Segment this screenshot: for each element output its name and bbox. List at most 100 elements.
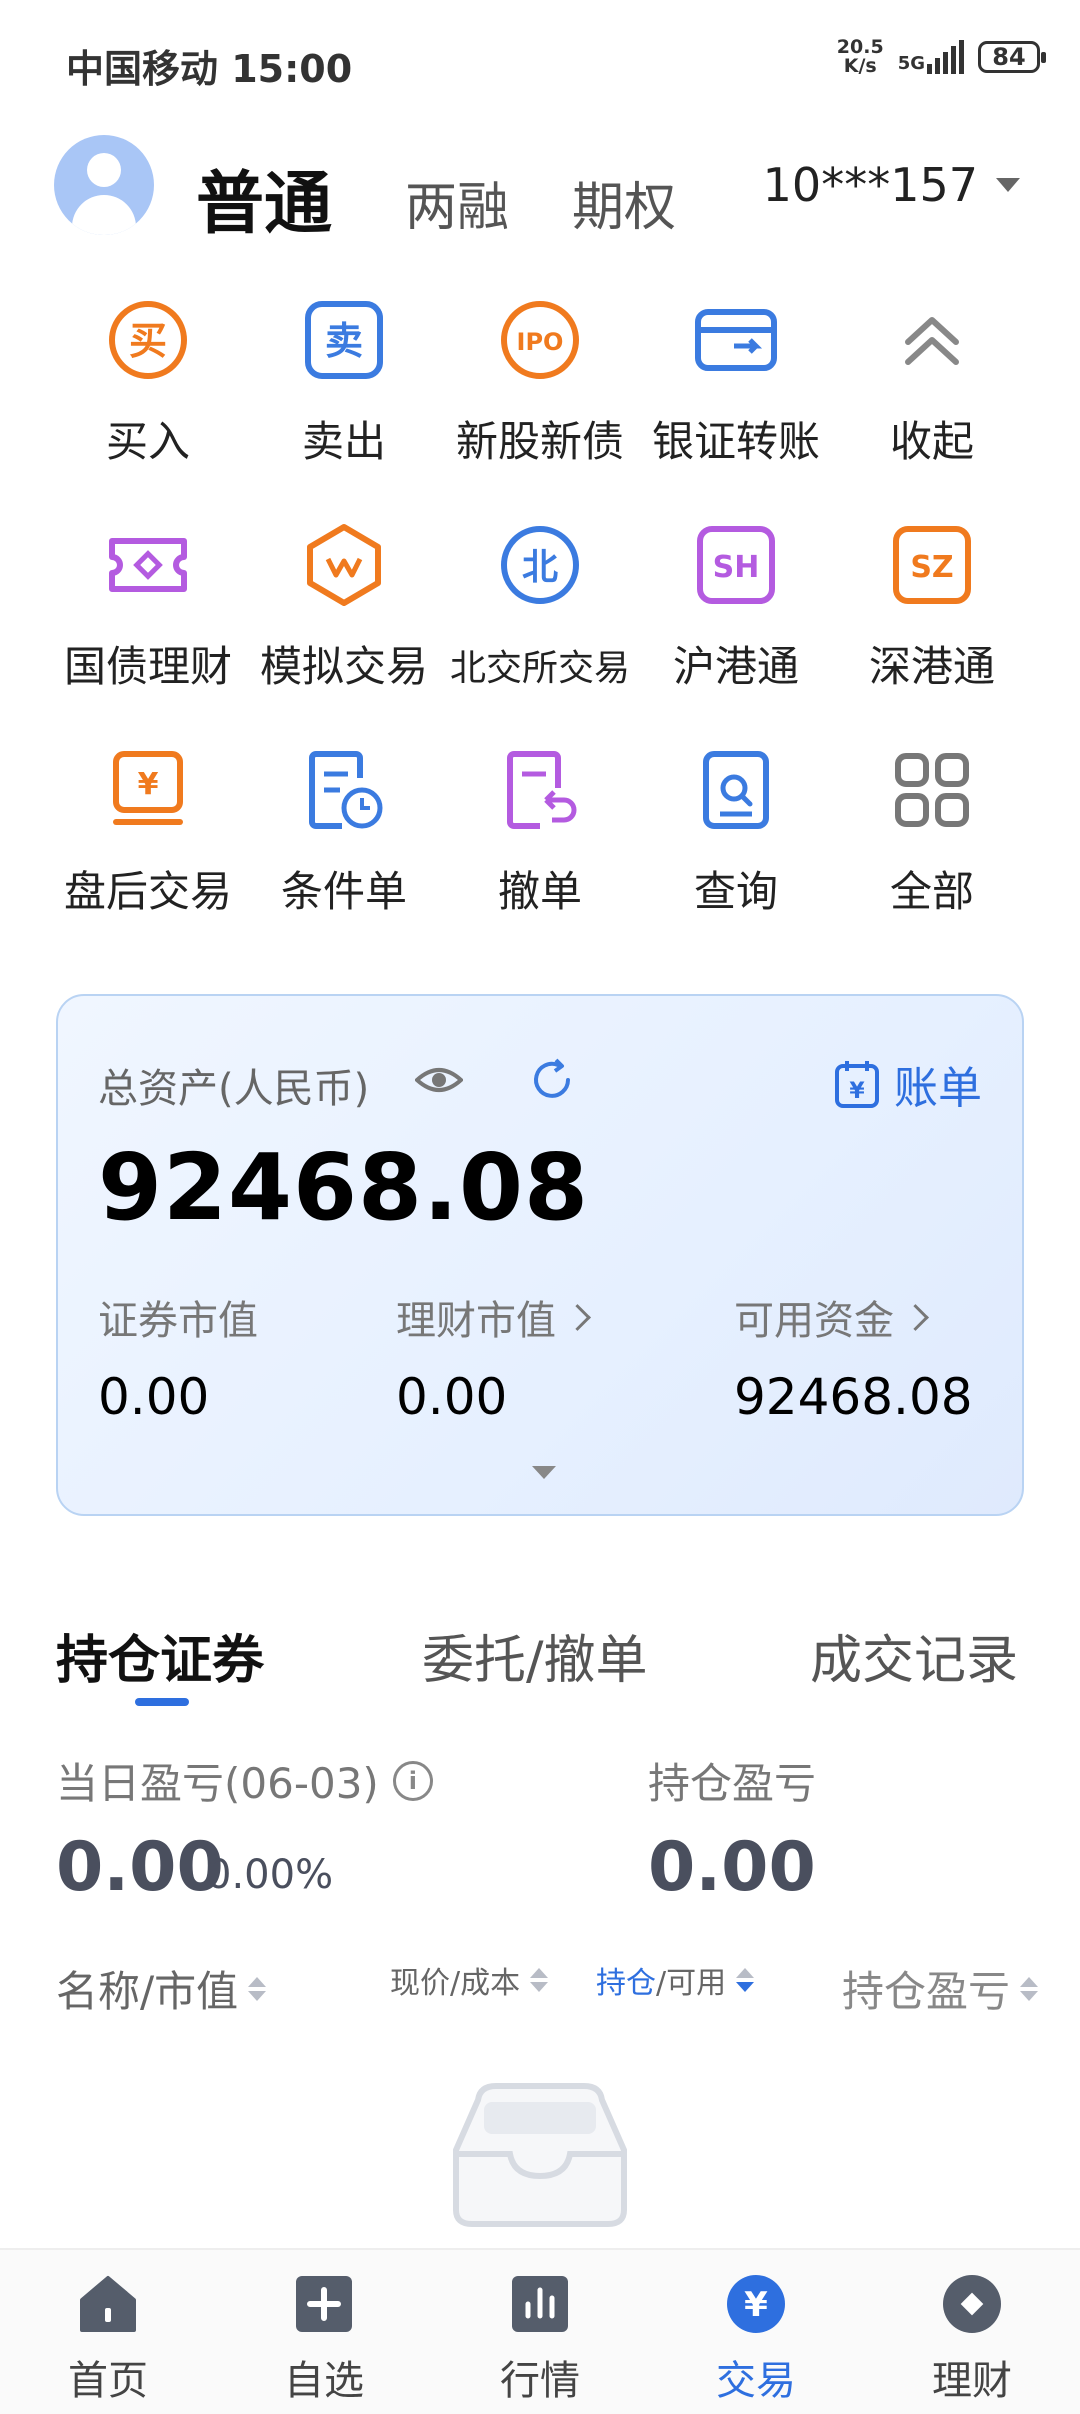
wealth-value-link[interactable]: 理财市值 xyxy=(396,1288,591,1346)
nav-market[interactable]: 行情 xyxy=(432,2250,648,2414)
nav-label: 自选 xyxy=(284,2358,364,2404)
svg-text:买: 买 xyxy=(129,319,167,363)
nav-wealth[interactable]: 理财 xyxy=(864,2250,1080,2414)
signal-icon: 5G xyxy=(898,40,964,74)
cancel-order-icon xyxy=(507,751,577,829)
available-funds-value: 92468.08 xyxy=(734,1368,973,1426)
shortcut-bond[interactable]: 国债理财 xyxy=(50,515,246,715)
buy-icon: 买 xyxy=(109,301,187,379)
market-icon xyxy=(512,2276,568,2332)
active-tab-indicator xyxy=(135,1698,189,1706)
eye-icon[interactable] xyxy=(415,1056,463,1104)
shortcut-sz-connect[interactable]: SZ 深港通 xyxy=(834,515,1030,715)
sh-connect-icon: SH xyxy=(697,526,775,604)
tab-trade-records[interactable]: 成交记录 xyxy=(810,1618,1018,1693)
carrier-time: 中国移动 15:00 xyxy=(66,47,353,91)
all-icon xyxy=(895,753,969,827)
hold-pl-label: 持仓盈亏 xyxy=(648,1750,816,1811)
home-icon xyxy=(80,2276,136,2332)
network-type: 5G xyxy=(897,53,925,74)
header-label: 名称/市值 xyxy=(56,1967,239,2016)
tab-options[interactable]: 期权 xyxy=(572,165,676,240)
tab-orders[interactable]: 委托/撤单 xyxy=(422,1618,648,1693)
nav-label: 交易 xyxy=(716,2358,796,2404)
svg-text:¥: ¥ xyxy=(849,1079,865,1104)
header-price-cost[interactable]: 现价/成本 xyxy=(390,1958,549,2002)
today-pl-text: 当日盈亏(06-03) xyxy=(56,1759,379,1808)
securities-value-label: 证券市值 xyxy=(98,1288,258,1346)
shortcut-bse[interactable]: 北 北交所交易 xyxy=(442,515,638,715)
empty-box-icon xyxy=(453,2083,627,2227)
today-pl-value: 0.00 xyxy=(56,1828,224,1907)
nav-trade[interactable]: ¥ 交易 xyxy=(648,2250,864,2414)
header-hold-pl[interactable]: 持仓盈亏 xyxy=(842,1958,1039,2019)
bank-transfer-icon xyxy=(695,309,777,371)
calendar-icon: ¥ xyxy=(835,1061,879,1108)
svg-text:¥: ¥ xyxy=(744,2285,768,2325)
shortcut-collapse[interactable]: 收起 xyxy=(834,290,1030,490)
shortcut-after-hours[interactable]: ¥ 盘后交易 xyxy=(50,740,246,940)
chevron-right-icon xyxy=(564,1303,591,1331)
bottom-nav: 首页 自选 行情 ¥ 交易 理财 xyxy=(0,2248,1080,2414)
header-name-value[interactable]: 名称/市值 xyxy=(56,1958,267,2019)
info-icon[interactable]: i xyxy=(392,1760,433,1801)
total-asset-value: 92468.08 xyxy=(98,1134,590,1241)
shortcut-sell[interactable]: 卖 卖出 xyxy=(246,290,442,490)
shortcut-sh-connect[interactable]: SH 沪港通 xyxy=(638,515,834,715)
shortcut-simulate[interactable]: 模拟交易 xyxy=(246,515,442,715)
shortcut-ipo[interactable]: IPO 新股新债 xyxy=(442,290,638,490)
simulate-icon xyxy=(307,524,381,606)
svg-text:IPO: IPO xyxy=(517,328,564,356)
battery-level: 84 xyxy=(992,43,1026,71)
net-speed-unit: K/s xyxy=(843,55,877,77)
shortcut-cancel-order[interactable]: 撤单 xyxy=(442,740,638,940)
shortcut-all[interactable]: 全部 xyxy=(834,740,1030,940)
header-label: /可用 xyxy=(656,1966,727,2001)
hold-pl-text: 持仓盈亏 xyxy=(648,1759,817,1808)
shortcut-query[interactable]: 查询 xyxy=(638,740,834,940)
available-funds-link[interactable]: 可用资金 xyxy=(734,1288,929,1346)
refresh-icon[interactable] xyxy=(528,1056,576,1104)
shortcut-label: 全部 xyxy=(889,867,974,916)
expand-arrow-icon[interactable] xyxy=(532,1466,556,1479)
header-holding-available[interactable]: 持仓/可用 xyxy=(596,1958,755,2002)
asset-card: 总资产(人民币) ¥ 账单 92468.08 证券市值 0.00 理财市值 0.… xyxy=(56,994,1024,1516)
shortcut-bank-transfer[interactable]: 银证转账 xyxy=(638,290,834,490)
sell-icon: 卖 xyxy=(305,301,383,379)
shortcut-conditional-order[interactable]: 条件单 xyxy=(246,740,442,940)
shortcut-buy[interactable]: 买 买入 xyxy=(50,290,246,490)
bse-icon: 北 xyxy=(501,526,579,604)
sort-icon xyxy=(530,1968,549,1992)
tab-margin[interactable]: 两融 xyxy=(405,165,509,240)
bill-button[interactable]: ¥ 账单 xyxy=(834,1052,982,1116)
shortcut-label: 收起 xyxy=(889,417,974,466)
nav-label: 行情 xyxy=(500,2358,580,2404)
query-icon xyxy=(703,751,769,829)
column-label: 理财市值 xyxy=(396,1298,556,1344)
status-icons: 20.5 K/s 5G 84 xyxy=(837,38,1046,77)
conditional-order-icon xyxy=(309,751,383,829)
account-selector[interactable]: 10***157 xyxy=(763,158,1020,212)
svg-text:¥: ¥ xyxy=(138,767,159,802)
sort-icon xyxy=(248,1976,267,2001)
nav-home[interactable]: 首页 xyxy=(0,2250,216,2414)
ipo-icon: IPO xyxy=(501,301,579,379)
sort-icon xyxy=(736,1968,755,1992)
tab-positions[interactable]: 持仓证券 xyxy=(56,1618,264,1693)
svg-text:SH: SH xyxy=(713,550,760,585)
trade-icon: ¥ xyxy=(727,2275,785,2333)
svg-text:SZ: SZ xyxy=(910,550,953,585)
nav-watchlist[interactable]: 自选 xyxy=(216,2250,432,2414)
avatar[interactable] xyxy=(54,135,154,235)
securities-value: 0.00 xyxy=(98,1368,210,1426)
column-label: 可用资金 xyxy=(734,1298,894,1344)
bond-icon xyxy=(109,538,187,592)
today-pl-label: 当日盈亏(06-03) i xyxy=(56,1750,433,1811)
tab-normal[interactable]: 普通 xyxy=(196,148,332,247)
total-asset-label: 总资产(人民币) xyxy=(98,1066,370,1112)
sz-connect-icon: SZ xyxy=(893,526,971,604)
svg-text:北: 北 xyxy=(522,547,558,588)
wealth-icon xyxy=(943,2275,1001,2333)
svg-text:卖: 卖 xyxy=(325,319,363,363)
chevron-down-icon xyxy=(996,178,1020,192)
